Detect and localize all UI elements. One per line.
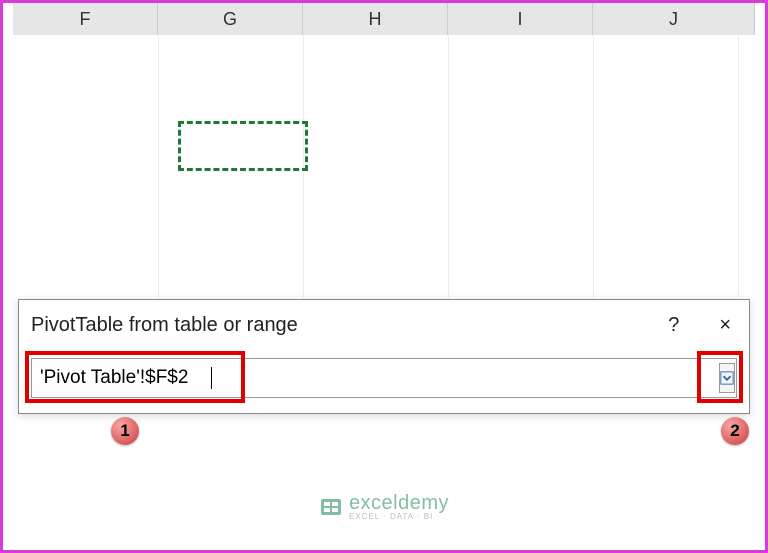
annotation-badge-1: 1 — [111, 417, 139, 445]
range-row — [31, 358, 737, 398]
screenshot-frame: F G H I J PivotTable from table or range… — [0, 0, 768, 553]
collapse-dialog-button[interactable] — [719, 363, 735, 393]
column-header-G[interactable]: G — [158, 3, 303, 35]
collapse-icon — [720, 371, 734, 385]
dialog-header: PivotTable from table or range ? × — [31, 308, 737, 342]
watermark-text: exceldemy — [349, 493, 449, 513]
range-input[interactable] — [31, 358, 737, 398]
column-header-row: F G H I J — [13, 3, 755, 36]
text-cursor — [211, 367, 212, 389]
column-header-H[interactable]: H — [303, 3, 448, 35]
column-header-J[interactable]: J — [593, 3, 755, 35]
watermark: exceldemy EXCEL · DATA · BI — [3, 493, 765, 521]
spreadsheet-area: F G H I J — [13, 3, 755, 298]
dialog-title: PivotTable from table or range — [31, 314, 298, 337]
close-button[interactable]: × — [713, 314, 737, 337]
column-header-I[interactable]: I — [448, 3, 593, 35]
column-header-F[interactable]: F — [13, 3, 158, 35]
watermark-logo-icon — [319, 495, 343, 519]
annotation-badge-2: 2 — [721, 417, 749, 445]
selection-marquee — [178, 121, 308, 171]
help-button[interactable]: ? — [662, 314, 685, 337]
watermark-subtext: EXCEL · DATA · BI — [349, 513, 433, 521]
pivot-dialog: PivotTable from table or range ? × — [18, 299, 750, 414]
grid-body[interactable] — [13, 35, 755, 298]
